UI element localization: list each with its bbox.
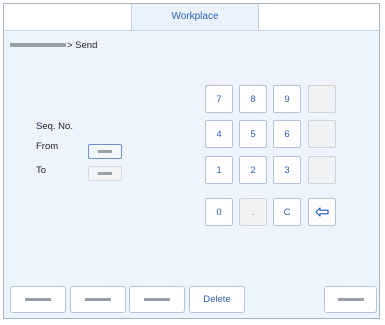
delete-button[interactable]: Delete xyxy=(189,286,245,313)
to-field[interactable] xyxy=(88,166,122,181)
from-label: From xyxy=(36,141,59,152)
breadcrumb-parent-placeholder xyxy=(10,43,66,47)
footer-button-2[interactable] xyxy=(70,286,126,313)
footer-button-3[interactable] xyxy=(129,286,185,313)
seq-no-label: Seq. No. xyxy=(36,121,73,132)
key-3[interactable]: 3 xyxy=(273,156,301,184)
footer-button-right[interactable] xyxy=(324,286,377,313)
footer-button-2-placeholder xyxy=(85,298,111,301)
backspace-arrow-icon xyxy=(315,207,329,217)
from-value-placeholder xyxy=(98,150,112,153)
workplace-window: Workplace > Send Seq. No. From To 7 8 9 … xyxy=(3,3,380,319)
key-8[interactable]: 8 xyxy=(239,85,267,113)
key-clear[interactable]: C xyxy=(273,198,301,226)
key-blank-3 xyxy=(308,156,336,184)
key-6[interactable]: 6 xyxy=(273,120,301,148)
tab-bar: Workplace xyxy=(4,4,379,31)
key-blank-2 xyxy=(308,120,336,148)
to-label: To xyxy=(36,165,47,176)
key-4[interactable]: 4 xyxy=(205,120,233,148)
from-field[interactable] xyxy=(88,144,122,159)
key-7[interactable]: 7 xyxy=(205,85,233,113)
key-0[interactable]: 0 xyxy=(205,198,233,226)
key-5[interactable]: 5 xyxy=(239,120,267,148)
key-decimal[interactable]: . xyxy=(239,198,267,226)
footer-button-right-placeholder xyxy=(337,298,364,301)
footer-button-3-placeholder xyxy=(144,298,170,301)
key-2[interactable]: 2 xyxy=(239,156,267,184)
footer-button-1-placeholder xyxy=(25,298,51,301)
to-value-placeholder xyxy=(98,172,112,175)
key-blank-1 xyxy=(308,85,336,113)
key-1[interactable]: 1 xyxy=(205,156,233,184)
tab-workplace[interactable]: Workplace xyxy=(131,4,259,30)
breadcrumb: > Send xyxy=(10,39,97,51)
key-backspace[interactable] xyxy=(308,198,336,226)
key-9[interactable]: 9 xyxy=(273,85,301,113)
footer-button-1[interactable] xyxy=(10,286,66,313)
breadcrumb-current: > Send xyxy=(67,39,98,51)
